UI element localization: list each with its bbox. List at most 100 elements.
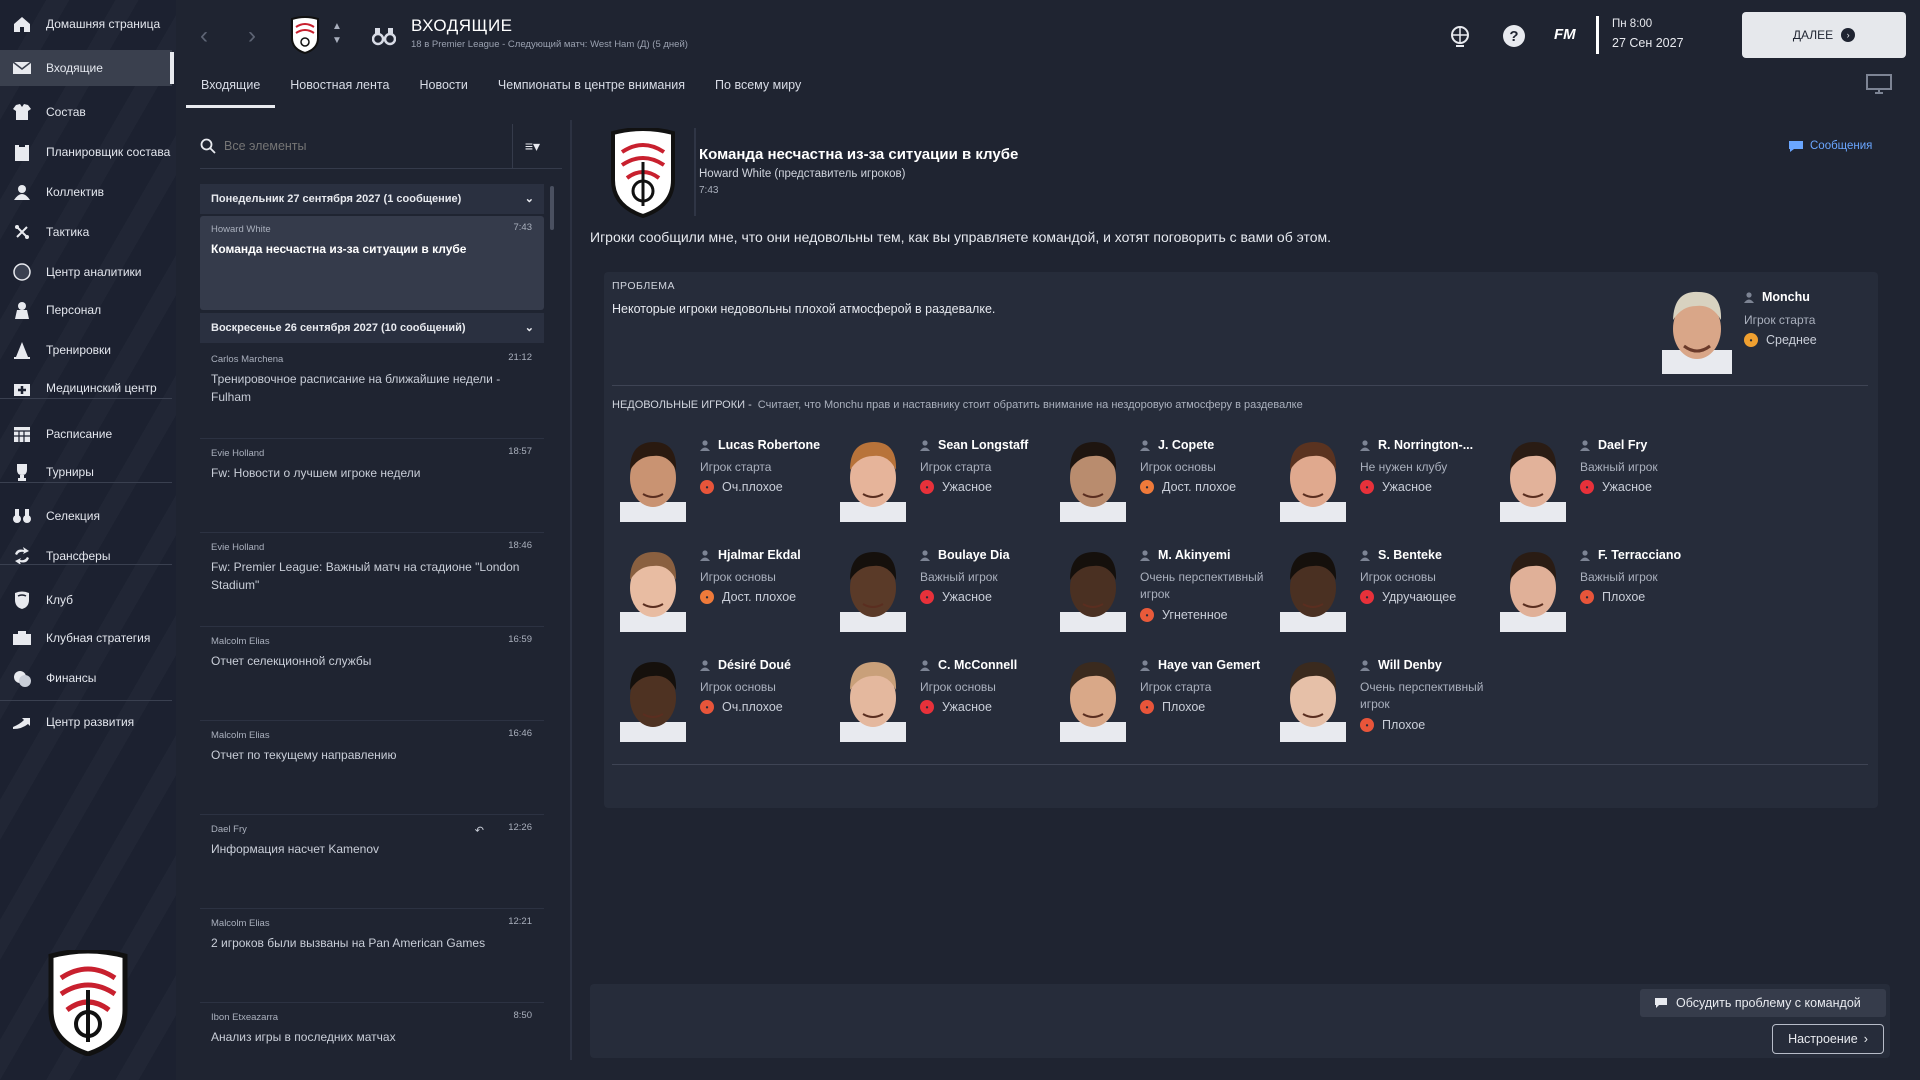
sidebar-item[interactable]: Трансферы: [0, 538, 172, 574]
player-name[interactable]: R. Norrington-...: [1378, 438, 1473, 452]
world-ball-icon[interactable]: [1448, 24, 1472, 48]
filter-menu-button[interactable]: ≡▾: [512, 124, 552, 168]
player-role: Игрок основы: [700, 570, 776, 584]
search-icon: [200, 138, 216, 154]
player-name[interactable]: Hjalmar Ekdal: [718, 548, 801, 562]
player-name[interactable]: J. Copete: [1158, 438, 1214, 452]
sidebar-item[interactable]: Входящие: [0, 50, 174, 86]
player-name[interactable]: Haye van Gemert: [1158, 658, 1260, 672]
leader-name[interactable]: Monchu: [1762, 290, 1810, 304]
unhappy-player[interactable]: Sean Longstaff Игрок старта • Ужасное: [832, 432, 1042, 528]
unhappy-player[interactable]: Hjalmar Ekdal Игрок основы • Дост. плохое: [612, 542, 822, 638]
header-club-crest-icon[interactable]: [290, 16, 320, 54]
message-item[interactable]: Ibon Etxeazarra 8:50 Анализ игры в последн…: [200, 1004, 544, 1080]
player-name[interactable]: Boulaye Dia: [938, 548, 1010, 562]
sidebar-item[interactable]: Тренировки: [0, 332, 172, 368]
forward-arrow-icon[interactable]: ›: [248, 24, 268, 48]
player-name[interactable]: M. Akinyemi: [1158, 548, 1230, 562]
group-header-monday[interactable]: Понедельник 27 сентября 2027 (1 сообщени…: [200, 184, 544, 214]
sidebar-item[interactable]: Финансы: [0, 660, 172, 696]
tab-news[interactable]: Новости: [404, 72, 482, 104]
unhappy-player[interactable]: Boulaye Dia Важный игрок • Ужасное: [832, 542, 1042, 638]
mood-button[interactable]: Настроение ›: [1772, 1024, 1884, 1054]
sidebar-item[interactable]: Центр развития: [0, 704, 172, 740]
message-time: 18:46: [508, 540, 532, 551]
unhappy-player[interactable]: R. Norrington-... Не нужен клубу • Ужасное: [1272, 432, 1482, 528]
sidebar-item[interactable]: Планировщик состава: [0, 134, 172, 170]
sidebar-item[interactable]: Расписание: [0, 416, 172, 452]
list-filter-icon: ≡▾: [524, 137, 541, 154]
sidebar-item[interactable]: Клубная стратегия: [0, 620, 172, 656]
tab-inbox[interactable]: Входящие: [186, 72, 276, 108]
unhappy-player[interactable]: C. McConnell Игрок основы • Ужасное: [832, 652, 1042, 748]
sidebar-item[interactable]: Центр аналитики: [0, 254, 172, 290]
group-header-sunday[interactable]: Воскресенье 26 сентября 2027 (10 сообщен…: [200, 313, 544, 343]
binoculars-icon: [13, 509, 31, 523]
svg-text:?: ?: [1509, 28, 1518, 45]
message-sender[interactable]: Howard White (представитель игроков): [699, 168, 906, 180]
club-switch-updown-icon[interactable]: ▲ ▼: [330, 20, 344, 50]
chevron-down-icon: ⌄: [524, 322, 534, 334]
message-sender: Evie Holland: [211, 448, 265, 459]
player-name[interactable]: C. McConnell: [938, 658, 1017, 672]
player-name[interactable]: Désiré Doué: [718, 658, 791, 672]
calendar-icon: [14, 427, 30, 442]
unhappy-player[interactable]: Haye van Gemert Игрок старта • Плохое: [1052, 652, 1262, 748]
person-icon: [1744, 292, 1754, 303]
sidebar-item[interactable]: Тактика: [0, 214, 172, 250]
sidebar-item[interactable]: Персонал: [0, 292, 172, 328]
monitor-icon[interactable]: [1866, 74, 1892, 94]
message-item[interactable]: Dael Fry ↶ 12:26 Информация насчет Kamenov: [200, 816, 544, 908]
unhappy-player[interactable]: S. Benteke Игрок основы • Удручающее: [1272, 542, 1482, 638]
messages-link[interactable]: Сообщения: [1788, 140, 1872, 152]
player-mood-label: Ужасное: [1382, 480, 1432, 494]
message-item[interactable]: Carlos Marchena 21:12 Тренировочное распис…: [200, 346, 544, 438]
unhappy-player[interactable]: F. Terracciano Важный игрок • Плохое: [1492, 542, 1702, 638]
sidebar-item[interactable]: Медицинский центр: [0, 370, 172, 406]
message-time: 21:12: [508, 352, 532, 363]
player-name[interactable]: Lucas Robertone: [718, 438, 820, 452]
sidebar-item-label: Селекция: [46, 509, 100, 523]
binoculars-icon[interactable]: [372, 26, 396, 46]
tab-news-feed[interactable]: Новостная лента: [275, 72, 404, 104]
player-name[interactable]: Sean Longstaff: [938, 438, 1028, 452]
mood-face-icon: •: [1360, 590, 1374, 604]
inbox-search[interactable]: [200, 126, 510, 166]
sidebar-item[interactable]: Селекция: [0, 498, 172, 534]
continue-button[interactable]: ДАЛЕЕ ›: [1742, 12, 1906, 58]
message-item[interactable]: Malcolm Elias 16:46 Отчет по текущему напр…: [200, 722, 544, 814]
sidebar-item[interactable]: Домашняя страница: [0, 6, 172, 42]
message-item[interactable]: Malcolm Elias 12:21 2 игроков были вызваны…: [200, 910, 544, 1002]
sidebar-item[interactable]: Коллектив: [0, 174, 172, 210]
leader-mood: • Среднее: [1744, 333, 1817, 347]
message-item[interactable]: Evie Holland 18:57 Fw: Новости о лучшем иг…: [200, 440, 544, 532]
message-item[interactable]: Evie Holland 18:46 Fw: Premier League: Важ…: [200, 534, 544, 626]
message-item[interactable]: Howard White 7:43 Команда несчастна из-за …: [200, 216, 544, 310]
player-name[interactable]: Dael Fry: [1598, 438, 1647, 452]
list-scrollbar[interactable]: [550, 186, 554, 230]
unhappy-player[interactable]: Désiré Doué Игрок основы • Оч.плохое: [612, 652, 822, 748]
player-name[interactable]: Will Denby: [1378, 658, 1442, 672]
unhappy-player[interactable]: Dael Fry Важный игрок • Ужасное: [1492, 432, 1702, 528]
unhappy-player[interactable]: Will Denby Очень перспективный игрок • Плох…: [1272, 652, 1483, 748]
sidebar-item[interactable]: Турниры: [0, 454, 172, 490]
tab-spotlight-competitions[interactable]: Чемпионаты в центре внимания: [483, 72, 700, 104]
sidebar-item[interactable]: Клуб: [0, 582, 172, 618]
sidebar-item[interactable]: Состав: [0, 94, 172, 130]
player-role: Игрок основы: [920, 680, 996, 694]
leader-player[interactable]: Monchu Игрок старта • Среднее: [1656, 284, 1866, 380]
tab-around-the-world[interactable]: По всему миру: [700, 72, 816, 104]
player-mood-label: Оч.плохое: [722, 480, 783, 494]
unhappy-player[interactable]: J. Copete Игрок основы • Дост. плохое: [1052, 432, 1262, 528]
help-icon[interactable]: ?: [1502, 24, 1526, 48]
unhappy-player[interactable]: Lucas Robertone Игрок старта • Оч.плохое: [612, 432, 822, 528]
player-name[interactable]: F. Terracciano: [1598, 548, 1681, 562]
search-input[interactable]: [224, 139, 484, 153]
message-item[interactable]: Malcolm Elias 16:59 Отчет селекционной слу…: [200, 628, 544, 720]
mood-face-icon: •: [1360, 718, 1374, 732]
player-name[interactable]: S. Benteke: [1378, 548, 1442, 562]
fm-logo[interactable]: FM: [1554, 26, 1576, 43]
unhappy-player[interactable]: M. Akinyemi Очень перспективный игрок • Угн…: [1052, 542, 1263, 638]
discuss-with-team-button[interactable]: Обсудить проблему с командой: [1640, 989, 1886, 1017]
back-arrow-icon[interactable]: ‹: [200, 24, 220, 48]
